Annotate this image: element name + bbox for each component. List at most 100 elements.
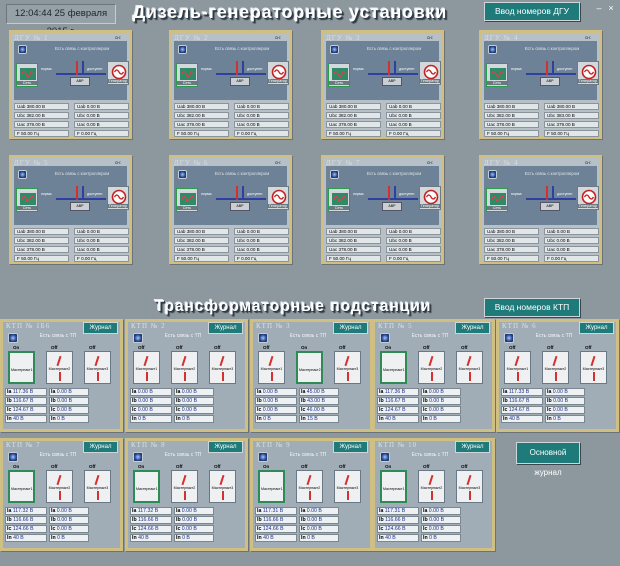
masterpact-switch[interactable]: Мастерпакт3	[84, 351, 111, 384]
masterpact-switch[interactable]: Мастерпакт3	[84, 470, 111, 503]
ktp-panel[interactable]: КТП № 5 Журнал Есть связь с ТП On Мастерпакт…	[372, 319, 495, 432]
masterpact-switch[interactable]: Мастерпакт2	[171, 351, 198, 384]
ktp-panel[interactable]: КТП № 8 Журнал Есть связь с ТП On Мастерпакт…	[125, 438, 248, 551]
masterpact-switch[interactable]: Мастерпакт3	[456, 351, 483, 384]
ktp-panel[interactable]: КТП № 3 Журнал Есть связь с ТП Off Мастерпак…	[250, 319, 373, 432]
grid-icon[interactable]: Сеть	[176, 188, 198, 212]
generator-icon[interactable]: Генератор	[419, 186, 441, 210]
current-a2: Ia 0.00 В	[174, 388, 214, 396]
masterpact-switch[interactable]: Мастерпакт1	[380, 351, 407, 384]
busbar	[216, 198, 266, 200]
grid-uab: Uab 380.00 В	[484, 103, 539, 110]
switch-state-label: On	[385, 345, 392, 350]
generator-icon[interactable]: Генератор	[419, 61, 441, 85]
masterpact-switch[interactable]: Мастерпакт3	[456, 470, 483, 503]
gen-uac: Uac 379.00 В	[544, 121, 599, 128]
grid-icon[interactable]: Сеть	[328, 188, 350, 212]
grid-icon[interactable]: Сеть	[16, 188, 38, 212]
status-led-icon	[380, 333, 390, 343]
grid-uac: Uac 378.00 В	[174, 246, 229, 253]
gen-uac: Uac 0.00 В	[544, 246, 599, 253]
dgu-panel[interactable]: ДГУ № 1сн: 1001Есть связь с контроллером…	[9, 30, 132, 139]
current-c: Ic 124.67 В	[5, 406, 47, 414]
generator-icon[interactable]: Генератор	[577, 61, 599, 85]
grid-icon[interactable]: Сеть	[328, 63, 350, 87]
switch-right-icon	[552, 61, 554, 75]
gen-uab: Uab 0.00 В	[234, 103, 289, 110]
switch-label: Мастерпакт3	[458, 486, 481, 490]
masterpact-switch[interactable]: Мастерпакт2	[46, 351, 73, 384]
masterpact-switch[interactable]: Мастерпакт1	[133, 351, 160, 384]
switch-state-label: Off	[138, 345, 145, 350]
switch-contact-icon	[219, 474, 225, 486]
close-icon[interactable]: ×	[606, 4, 616, 14]
generator-icon[interactable]: Генератор	[107, 186, 129, 210]
grid-icon[interactable]: Сеть	[176, 63, 198, 87]
generator-icon[interactable]: Генератор	[267, 61, 289, 85]
gen-ubc: Ubc 0.00 В	[74, 237, 129, 244]
masterpact-switch[interactable]: Мастерпакт2	[418, 470, 445, 503]
masterpact-switch[interactable]: Мастерпакт2	[296, 351, 323, 384]
grid-freq: F 50.00 Гц	[326, 130, 381, 137]
generator-icon[interactable]: Генератор	[107, 61, 129, 85]
ktp-panel[interactable]: КТП № 7 Журнал Есть связь с ТП On Мастерпакт…	[0, 438, 123, 551]
generator-icon[interactable]: Генератор	[267, 186, 289, 210]
masterpact-switch[interactable]: Мастерпакт1	[8, 470, 35, 503]
dgu-panel[interactable]: ДГУ № 7сн: 1001Есть связь с контроллером…	[321, 155, 444, 264]
ktp-panel[interactable]: КТП № 2 Журнал Есть связь с ТП Off Мастерпак…	[125, 319, 248, 432]
main-journal-button[interactable]: Основной журнал	[516, 442, 580, 477]
current-b2: Ib 0.00 В	[421, 516, 461, 524]
masterpact-switch[interactable]: Мастерпакт2	[418, 351, 445, 384]
masterpact-switch[interactable]: Мастерпакт3	[580, 351, 607, 384]
masterpact-switch[interactable]: Мастерпакт1	[380, 470, 407, 503]
dgu-panel[interactable]: ДГУ № 4сн: 1001Есть связь с контроллером…	[479, 155, 602, 264]
ktp-panel[interactable]: КТП № 10 Журнал Есть связь с ТП On Мастерпак…	[372, 438, 495, 551]
masterpact-switch[interactable]: Мастерпакт2	[46, 470, 73, 503]
abr-label: АВР	[70, 202, 90, 211]
dgu-panel[interactable]: ДГУ № 3сн: 1003Есть связь с контроллером…	[321, 30, 444, 139]
abr-label: АВР	[230, 77, 250, 86]
grid-uab: Uab 380.00 В	[484, 228, 539, 235]
switch-label: Мастерпакт2	[420, 367, 443, 371]
grid-icon[interactable]: Сеть	[486, 63, 508, 87]
ktp-measurements: Ia 117.32 В Ib 116.66 В Ic 124.66 В In 40 В…	[130, 507, 243, 543]
switch-line-icon	[309, 491, 311, 500]
masterpact-switch[interactable]: Мастерпакт3	[334, 470, 361, 503]
masterpact-switch[interactable]: Мастерпакт2	[296, 470, 323, 503]
masterpact-switch[interactable]: Мастерпакт1	[504, 351, 531, 384]
minimize-icon[interactable]: –	[594, 4, 604, 14]
generator-label: Генератор	[420, 79, 440, 83]
masterpact-switch[interactable]: Мастерпакт1	[258, 470, 285, 503]
current-c2: Ic 0.00 В	[174, 525, 214, 533]
top-bar: 12:04:44 25 февраля 2015 г. Дизель-генер…	[0, 0, 620, 37]
masterpact-switch[interactable]: Мастерпакт3	[209, 351, 236, 384]
dgu-panel[interactable]: ДГУ № 4сн: 1004Есть связь с контроллером…	[479, 30, 602, 139]
masterpact-switch[interactable]: Мастерпакт1	[133, 470, 160, 503]
current-a: Ia 0.00 В	[130, 388, 172, 396]
current-a: Ia 117.31 В	[377, 507, 419, 515]
ktp-panel[interactable]: КТП № 9 Журнал Есть связь с ТП On Мастерпакт…	[250, 438, 373, 551]
masterpact-switch[interactable]: Мастерпакт1	[8, 351, 35, 384]
current-c2: Ic 0.00 В	[49, 525, 89, 533]
ktp-measurements: Ia 117.32 В Ib 116.66 В Ic 124.66 В In 40 В…	[5, 507, 118, 543]
dgu-panel[interactable]: ДГУ № 5сн: 1001Есть связь с контроллером…	[9, 155, 132, 264]
masterpact-switch[interactable]: Мастерпакт1	[258, 351, 285, 384]
enter-dgu-numbers-button[interactable]: Ввод номеров ДГУ	[484, 2, 580, 21]
ktp-panel[interactable]: КТП № 1Б6 Журнал Есть связь с ТП On Мастерпа…	[0, 319, 123, 432]
masterpact-switch[interactable]: Мастерпакт2	[542, 351, 569, 384]
masterpact-switch[interactable]: Мастерпакт2	[171, 470, 198, 503]
dgu-panel[interactable]: ДГУ № 6сн: 1001Есть связь с контроллером…	[169, 155, 292, 264]
enter-ktp-numbers-button[interactable]: Ввод номеров КТП	[484, 298, 580, 317]
grid-icon[interactable]: Сеть	[486, 188, 508, 212]
switch-state-label: Off	[339, 345, 346, 350]
masterpact-switch[interactable]: Мастерпакт3	[209, 470, 236, 503]
generator-label: Генератор	[578, 79, 598, 83]
ktp-measurements: Ia 117.36 В Ib 116.67 В Ic 124.67 В In 40 В…	[5, 388, 118, 424]
generator-icon[interactable]: Генератор	[577, 186, 599, 210]
grid-state-label: норма	[41, 67, 52, 71]
dgu-panel[interactable]: ДГУ № 2сн: 1002Есть связь с контроллером…	[169, 30, 292, 139]
grid-icon[interactable]: Сеть	[16, 63, 38, 87]
ktp-panel[interactable]: КТП № 6 Журнал Есть связь с ТП Off Мастерпак…	[496, 319, 619, 432]
masterpact-switch[interactable]: Мастерпакт3	[334, 351, 361, 384]
ktp-measurements: Ia 0.00 В Ib 0.00 В Ic 0.00 В In 0 В Ia 0.00…	[130, 388, 243, 424]
